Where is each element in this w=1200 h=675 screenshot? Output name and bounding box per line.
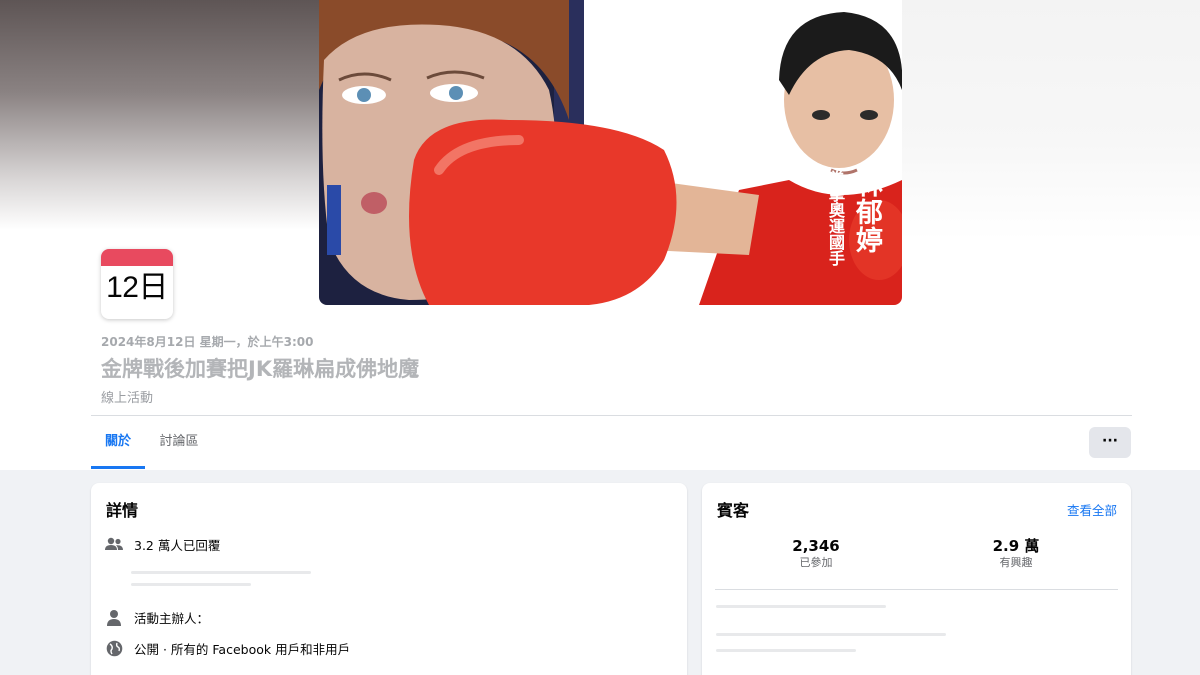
person-icon	[104, 607, 124, 627]
date-badge: 12日	[101, 249, 173, 319]
interested-count: 2.9 萬	[992, 537, 1040, 555]
date-badge-day: 12日	[106, 271, 168, 304]
event-type: 線上活動	[101, 391, 154, 406]
responded-row: 3.2 萬人已回覆	[104, 534, 220, 554]
athlete-title: 拳擊奧運國手	[826, 170, 845, 266]
tab-discussion[interactable]: 討論區	[150, 416, 208, 468]
responded-text: 3.2 萬人已回覆	[134, 537, 221, 553]
interested-label: 有興趣	[999, 556, 1033, 569]
date-badge-header	[101, 249, 173, 266]
people-icon	[104, 534, 124, 554]
blurred-line	[716, 633, 946, 636]
privacy-row: 公開 · 所有的 Facebook 用戶和非用戶	[104, 638, 350, 658]
guests-card: 賓客 查看全部 2,346 已參加 2.9 萬 有興趣	[702, 483, 1131, 675]
more-options-button[interactable]: ···	[1089, 427, 1131, 458]
organizer-row: 活動主辦人：	[104, 607, 209, 627]
more-icon: ···	[1102, 433, 1118, 449]
blurred-line	[716, 605, 886, 608]
going-label: 已參加	[799, 556, 833, 569]
interested-stat[interactable]: 2.9 萬 有興趣	[926, 537, 1106, 571]
header-divider	[91, 415, 1132, 416]
details-card: 詳情 3.2 萬人已回覆 活動主辦人： 公開 · 所有的 Facebook 用戶…	[91, 483, 687, 675]
event-datetime: 2024年8月12日 星期一，於上午3:00	[101, 335, 314, 349]
cover-illustration	[319, 0, 902, 305]
see-all-link[interactable]: 查看全部	[1067, 500, 1117, 519]
event-title: 金牌戰後加賽把JK羅琳扁成佛地魔	[101, 357, 420, 381]
blurred-line	[131, 583, 251, 586]
details-title: 詳情	[106, 501, 139, 520]
privacy-text: 公開 · 所有的 Facebook 用戶和非用戶	[134, 641, 351, 657]
guests-divider	[715, 589, 1118, 590]
cover-photo[interactable]: 林郁婷 拳擊奧運國手	[319, 0, 902, 305]
organizer-text: 活動主辦人：	[134, 610, 210, 626]
athlete-name: 林郁婷	[851, 170, 882, 254]
going-count: 2,346	[792, 537, 840, 555]
going-stat[interactable]: 2,346 已參加	[726, 537, 906, 571]
cover-left-blur	[0, 0, 320, 230]
blurred-line	[716, 649, 856, 652]
globe-icon	[104, 638, 124, 658]
tab-about[interactable]: 關於	[91, 416, 145, 469]
cover-right-blur	[900, 0, 1200, 240]
guests-title: 賓客	[717, 501, 750, 520]
event-header: 林郁婷 拳擊奧運國手 12日 2024年8月12日 星期一，於上午3:00 金牌…	[0, 0, 1200, 470]
blurred-line	[131, 571, 311, 574]
